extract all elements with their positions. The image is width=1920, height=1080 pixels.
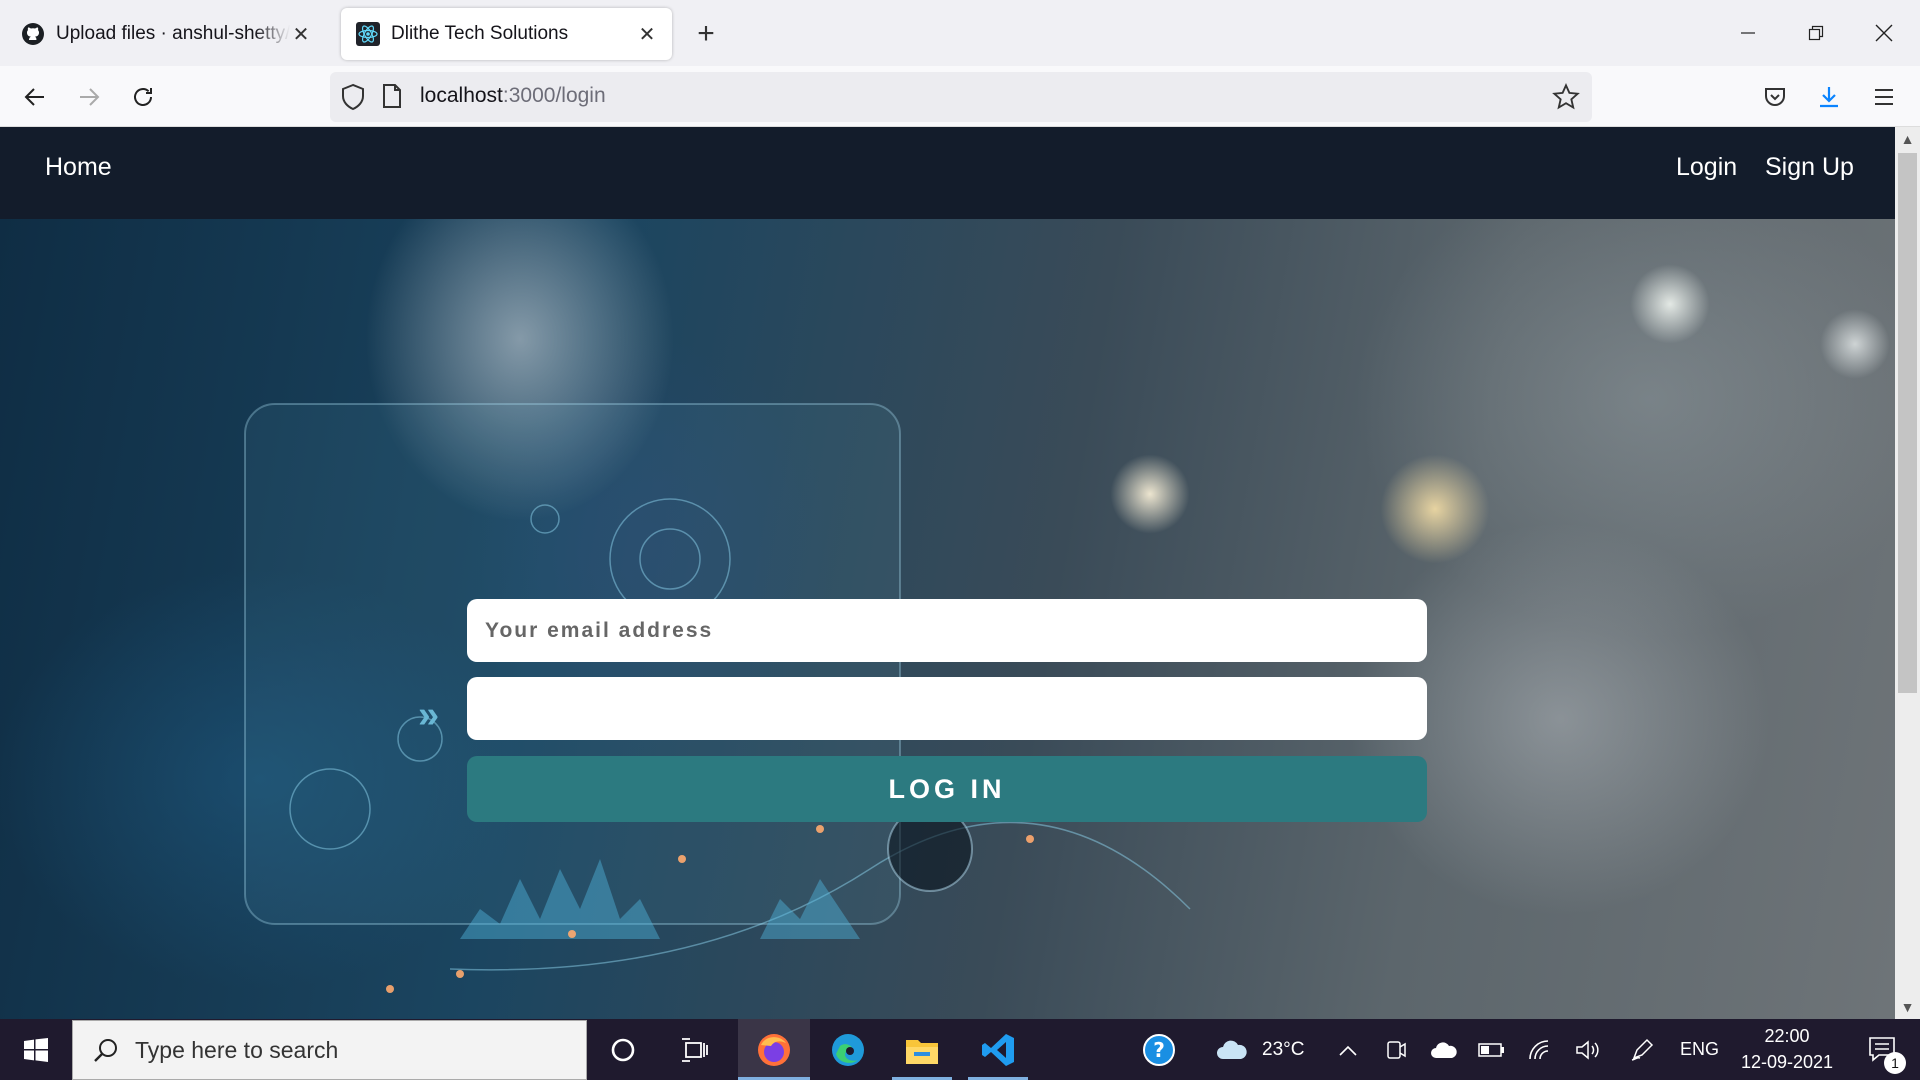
forward-icon[interactable] [68, 76, 110, 118]
pen-icon[interactable] [1626, 1019, 1658, 1080]
browser-tab-strip: Upload files · anshul-shetty/Dlithe ✕ Dl… [0, 0, 1920, 66]
search-placeholder: Type here to search [135, 1036, 339, 1063]
page-scrollbar[interactable]: ▲ ▼ [1895, 127, 1920, 1019]
password-input[interactable] [467, 677, 1427, 740]
meet-now-icon[interactable] [1382, 1019, 1410, 1080]
address-bar[interactable]: localhost:3000/login [330, 72, 1592, 122]
nav-login-link[interactable]: Login [1676, 153, 1737, 182]
taskbar-search-box[interactable]: Type here to search [72, 1020, 587, 1080]
clock-time: 22:00 [1764, 1026, 1810, 1046]
windows-start-icon[interactable] [0, 1019, 72, 1080]
shield-icon[interactable] [340, 83, 366, 116]
help-icon[interactable]: ? [1138, 1019, 1180, 1080]
close-window-icon[interactable] [1850, 0, 1918, 66]
edge-taskbar-icon[interactable] [812, 1019, 884, 1080]
file-explorer-taskbar-icon[interactable] [886, 1019, 958, 1080]
page-info-icon[interactable] [382, 84, 402, 113]
tab-title: Dlithe Tech Solutions [391, 23, 569, 44]
language-indicator[interactable]: ENG [1680, 1039, 1719, 1060]
vscode-taskbar-icon[interactable] [962, 1019, 1034, 1080]
scroll-up-icon[interactable]: ▲ [1895, 127, 1920, 151]
volume-icon[interactable] [1572, 1019, 1604, 1080]
minimize-icon[interactable] [1714, 0, 1782, 66]
back-icon[interactable] [14, 76, 56, 118]
reload-icon[interactable] [122, 76, 164, 118]
site-navbar: Home Login Sign Up [0, 127, 1895, 219]
cortana-icon[interactable] [596, 1019, 650, 1080]
new-tab-icon[interactable]: + [690, 17, 722, 50]
login-form: LOG IN [467, 599, 1427, 822]
double-chevron-icon: » [418, 694, 440, 736]
page-viewport: Home Login Sign Up » Your email address … [0, 127, 1895, 1019]
scroll-down-icon[interactable]: ▼ [1895, 995, 1920, 1019]
close-tab-icon[interactable]: ✕ [290, 23, 312, 46]
pocket-icon[interactable] [1754, 76, 1796, 118]
url-text[interactable]: localhost:3000/login [420, 84, 606, 108]
system-clock[interactable]: 22:00 12-09-2021 [1732, 1023, 1842, 1077]
task-view-icon[interactable] [668, 1019, 722, 1080]
browser-toolbar: localhost:3000/login [0, 66, 1920, 127]
bookmark-star-icon[interactable] [1552, 83, 1580, 116]
weather-cloud-icon[interactable] [1212, 1019, 1252, 1080]
clock-date: 12-09-2021 [1740, 1052, 1834, 1072]
svg-text:?: ? [1153, 1038, 1165, 1062]
notification-badge: 1 [1884, 1052, 1906, 1074]
menu-icon[interactable] [1863, 76, 1905, 118]
github-icon [20, 21, 46, 47]
wifi-icon[interactable] [1524, 1019, 1556, 1080]
tab-upload-files[interactable]: Upload files · anshul-shetty/Dlithe ✕ [6, 8, 326, 60]
nav-signup-link[interactable]: Sign Up [1765, 153, 1854, 182]
notification-center-icon[interactable]: 1 [1852, 1019, 1912, 1080]
tab-title: Upload files · anshul-shetty/Dlithe [56, 23, 290, 44]
react-icon [355, 21, 381, 47]
chevron-up-icon[interactable] [1334, 1019, 1362, 1080]
nav-home-link[interactable]: Home [45, 153, 112, 182]
windows-taskbar: Type here to search ? 23°C ENG 22:00 12-… [0, 1019, 1920, 1080]
login-button[interactable]: LOG IN [467, 756, 1427, 822]
onedrive-icon[interactable] [1428, 1019, 1460, 1080]
close-tab-icon[interactable]: ✕ [636, 23, 658, 46]
search-icon [93, 1037, 119, 1063]
tab-dlithe[interactable]: Dlithe Tech Solutions ✕ [341, 8, 672, 60]
downloads-icon[interactable] [1808, 76, 1850, 118]
url-path: :3000/login [502, 84, 606, 107]
weather-temperature[interactable]: 23°C [1262, 1039, 1304, 1061]
battery-icon[interactable] [1476, 1019, 1508, 1080]
url-host: localhost [420, 84, 503, 107]
scrollbar-thumb[interactable] [1898, 153, 1917, 693]
email-input[interactable] [467, 599, 1427, 662]
restore-icon[interactable] [1782, 0, 1850, 66]
firefox-taskbar-icon[interactable] [738, 1019, 810, 1080]
